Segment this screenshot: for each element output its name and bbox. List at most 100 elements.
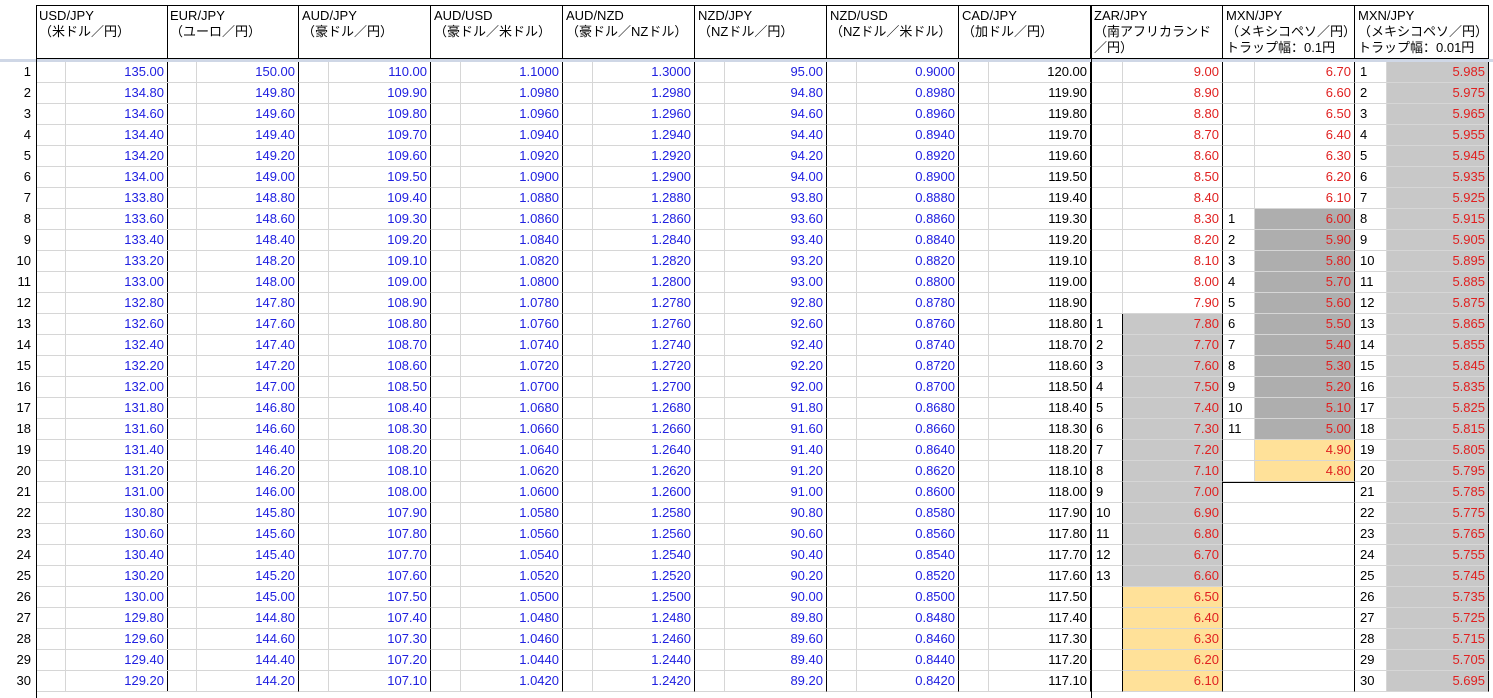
row-number[interactable]: 24 [0,545,36,566]
grid-cell[interactable] [695,440,725,461]
grid-cell[interactable] [299,566,329,587]
rate-cell[interactable]: 1.0860 [461,209,563,230]
grid-cell[interactable] [299,314,329,335]
rate-cell[interactable]: 109.80 [329,104,431,125]
rate-cell[interactable]: 108.70 [329,335,431,356]
grid-cell[interactable] [959,272,989,293]
empty-cell[interactable] [1223,566,1355,587]
grid-cell[interactable] [431,440,461,461]
zar-rate-cell[interactable]: 6.40 [1123,608,1223,629]
grid-cell[interactable] [36,62,66,83]
trap-index-cell[interactable] [1091,209,1123,230]
rate-cell[interactable]: 0.8740 [857,335,959,356]
trap-index-cell[interactable]: 9 [1091,482,1123,503]
row-number[interactable]: 16 [0,377,36,398]
grid-cell[interactable] [299,629,329,650]
grid-cell[interactable] [563,461,593,482]
rate-cell[interactable]: 117.20 [989,650,1091,671]
mxn-rate-cell[interactable]: 6.60 [1255,83,1355,104]
grid-cell[interactable] [36,566,66,587]
grid-cell[interactable] [431,524,461,545]
row-number[interactable]: 27 [0,608,36,629]
row-number[interactable]: 17 [0,398,36,419]
grid-cell[interactable] [827,125,857,146]
grid-cell[interactable] [959,482,989,503]
rate-cell[interactable]: 94.40 [725,125,827,146]
rate-cell[interactable]: 134.20 [66,146,168,167]
rate-cell[interactable]: 1.2620 [593,461,695,482]
trap-index-cell[interactable]: 17 [1355,398,1387,419]
grid-cell[interactable] [695,335,725,356]
grid-cell[interactable] [959,503,989,524]
grid-cell[interactable] [167,272,197,293]
rate-cell[interactable]: 0.8460 [857,629,959,650]
zar-rate-cell[interactable]: 9.00 [1123,62,1223,83]
zar-rate-cell[interactable]: 7.40 [1123,398,1223,419]
trap-index-cell[interactable]: 6 [1355,167,1387,188]
zar-rate-cell[interactable]: 6.20 [1123,650,1223,671]
rate-cell[interactable]: 149.00 [197,167,299,188]
trap-index-cell[interactable]: 8 [1091,461,1123,482]
grid-cell[interactable] [959,104,989,125]
rate-cell[interactable]: 119.70 [989,125,1091,146]
rate-cell[interactable]: 119.80 [989,104,1091,125]
rate-cell[interactable]: 117.30 [989,629,1091,650]
trap-index-cell[interactable] [1091,671,1123,692]
rate-cell[interactable]: 148.00 [197,272,299,293]
rate-cell[interactable]: 90.00 [725,587,827,608]
trap-index-cell[interactable]: 11 [1355,272,1387,293]
row-number[interactable]: 14 [0,335,36,356]
row-number[interactable]: 4 [0,125,36,146]
rate-cell[interactable]: 117.40 [989,608,1091,629]
rate-cell[interactable]: 119.10 [989,251,1091,272]
rate-cell[interactable]: 91.20 [725,461,827,482]
rate-cell[interactable]: 0.8440 [857,650,959,671]
grid-cell[interactable] [695,587,725,608]
rate-cell[interactable]: 120.00 [989,62,1091,83]
rate-cell[interactable]: 0.8660 [857,419,959,440]
grid-cell[interactable] [695,482,725,503]
grid-cell[interactable] [827,545,857,566]
mxn-fine-rate-cell[interactable]: 5.825 [1387,398,1489,419]
row-number[interactable]: 10 [0,251,36,272]
rate-cell[interactable]: 129.40 [66,650,168,671]
rate-cell[interactable]: 144.20 [197,671,299,692]
zar-rate-cell[interactable]: 7.20 [1123,440,1223,461]
mxn-fine-rate-cell[interactable]: 5.705 [1387,650,1489,671]
grid-cell[interactable] [959,566,989,587]
grid-cell[interactable] [827,650,857,671]
grid-cell[interactable] [827,671,857,692]
rate-cell[interactable]: 130.00 [66,587,168,608]
grid-cell[interactable] [167,566,197,587]
grid-cell[interactable] [827,587,857,608]
rate-cell[interactable]: 0.8620 [857,461,959,482]
rate-cell[interactable]: 1.0800 [461,272,563,293]
rate-cell[interactable]: 1.0520 [461,566,563,587]
column-header[interactable]: AUD/NZD （豪ドル／NZドル） [563,5,695,59]
grid-cell[interactable] [563,167,593,188]
grid-cell[interactable] [695,293,725,314]
rate-cell[interactable]: 108.50 [329,377,431,398]
rate-cell[interactable]: 146.20 [197,461,299,482]
rate-cell[interactable]: 1.0740 [461,335,563,356]
grid-cell[interactable] [36,545,66,566]
trap-index-cell[interactable]: 2 [1355,83,1387,104]
rate-cell[interactable]: 133.80 [66,188,168,209]
rate-cell[interactable]: 118.30 [989,419,1091,440]
grid-cell[interactable] [299,251,329,272]
trap-index-cell[interactable] [1091,272,1123,293]
grid-cell[interactable] [299,524,329,545]
trap-index-cell[interactable]: 29 [1355,650,1387,671]
grid-cell[interactable] [167,440,197,461]
grid-cell[interactable] [827,188,857,209]
rate-cell[interactable]: 1.0600 [461,482,563,503]
mxn-fine-rate-cell[interactable]: 5.965 [1387,104,1489,125]
grid-cell[interactable] [167,650,197,671]
trap-index-cell[interactable]: 15 [1355,356,1387,377]
rate-cell[interactable]: 130.40 [66,545,168,566]
grid-cell[interactable] [299,83,329,104]
grid-cell[interactable] [563,545,593,566]
rate-cell[interactable]: 147.20 [197,356,299,377]
trap-index-cell[interactable]: 5 [1355,146,1387,167]
grid-cell[interactable] [431,230,461,251]
